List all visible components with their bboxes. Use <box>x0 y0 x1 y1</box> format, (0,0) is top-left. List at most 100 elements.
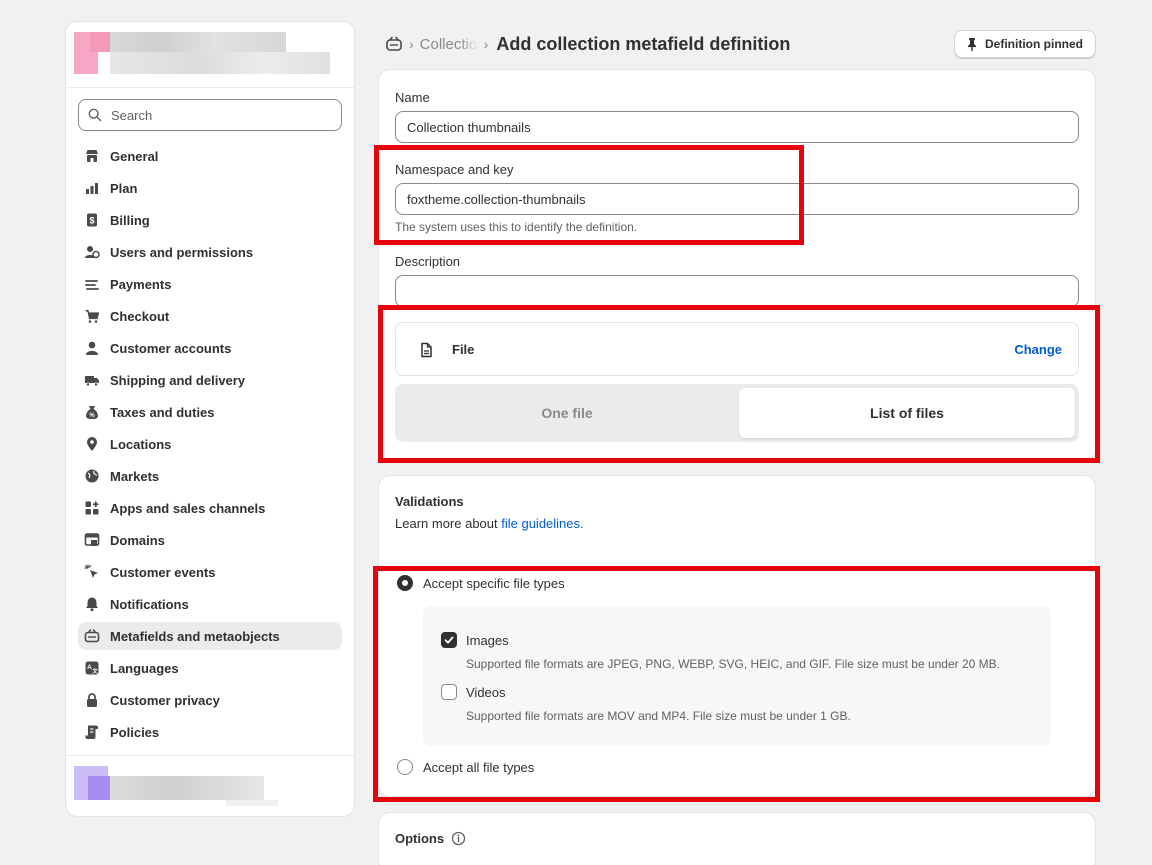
user-name-blur <box>226 800 278 806</box>
videos-checkbox[interactable]: Videos <box>441 684 506 700</box>
sidebar-item-billing[interactable]: $ Billing <box>78 206 342 234</box>
metafields-icon <box>84 628 100 644</box>
sidebar-item-label: Policies <box>110 724 160 740</box>
sidebar-item-customer-events[interactable]: Customer events <box>78 558 342 586</box>
policy-icon <box>84 724 100 740</box>
globe-icon <box>84 468 100 484</box>
breadcrumb-collections[interactable]: Collections <box>420 36 478 53</box>
name-field[interactable]: Collection thumbnails <box>395 111 1079 143</box>
accept-specific-label: Accept specific file types <box>423 575 565 591</box>
sidebar-item-label: Notifications <box>110 596 189 612</box>
options-title: Options <box>395 831 445 846</box>
sidebar-item-label: Apps and sales channels <box>110 500 266 516</box>
sidebar-item-payments[interactable]: Payments <box>78 270 342 298</box>
sidebar-item-label: Users and permissions <box>110 244 254 260</box>
file-types-panel: Images Supported file formats are JPEG, … <box>423 606 1051 746</box>
sidebar-item-label: Markets <box>110 468 160 484</box>
sidebar-item-label: Domains <box>110 532 165 548</box>
sidebar-item-shipping-and-delivery[interactable]: Shipping and delivery <box>78 366 342 394</box>
type-selector: File Change <box>395 322 1079 376</box>
info-icon[interactable] <box>451 831 466 846</box>
description-label: Description <box>395 254 461 269</box>
sidebar-item-label: Checkout <box>110 308 170 324</box>
search-placeholder: Search <box>111 107 153 123</box>
user-footer[interactable] <box>66 755 354 816</box>
sidebar-item-customer-accounts[interactable]: Customer accounts <box>78 334 342 362</box>
file-icon <box>421 342 432 358</box>
pin-icon <box>968 38 976 51</box>
language-icon: A文 <box>84 660 100 676</box>
list-of-files-option[interactable]: List of files <box>739 388 1075 438</box>
sidebar-item-apps-and-sales-channels[interactable]: Apps and sales channels <box>78 494 342 522</box>
sidebar-item-label: Customer privacy <box>110 692 220 708</box>
change-type-link[interactable]: Change <box>1014 342 1062 357</box>
store-header[interactable] <box>66 22 354 88</box>
checkbox-checked[interactable] <box>441 632 457 648</box>
radio-unselected[interactable] <box>397 759 413 775</box>
sidebar-item-markets[interactable]: Markets <box>78 462 342 490</box>
accept-specific-radio[interactable]: Accept specific file types <box>397 575 565 591</box>
definition-card: Name Collection thumbnails Namespace and… <box>378 69 1096 461</box>
accept-all-radio[interactable]: Accept all file types <box>397 759 534 775</box>
learn-more-text: Learn more about <box>395 516 502 531</box>
namespace-field[interactable]: foxtheme.collection-thumbnails <box>395 183 1079 215</box>
sidebar-item-label: General <box>110 148 159 164</box>
sidebar-item-label: Payments <box>110 276 172 292</box>
payments-icon <box>84 276 100 292</box>
name-value: Collection thumbnails <box>407 119 531 135</box>
sidebar-nav: General Plan $ Billing Users and permissions… <box>78 142 342 750</box>
radio-selected[interactable] <box>397 575 413 591</box>
svg-text:%: % <box>89 413 95 419</box>
checkbox-unchecked[interactable] <box>441 684 457 700</box>
settings-sidebar: Search General Plan $ Billing Users and perm… <box>65 21 355 817</box>
sidebar-item-label: Customer accounts <box>110 340 232 356</box>
sidebar-item-label: Plan <box>110 180 138 196</box>
apps-icon <box>84 500 100 516</box>
sidebar-item-label: Metafields and metaobjects <box>110 628 280 644</box>
sidebar-item-domains[interactable]: Domains <box>78 526 342 554</box>
user-name-blur <box>110 776 264 800</box>
sidebar-item-policies[interactable]: Policies <box>78 718 342 746</box>
search-input[interactable]: Search <box>78 99 342 131</box>
bell-icon <box>84 596 100 612</box>
validations-card: Validations Learn more about file guidel… <box>378 475 1096 797</box>
options-card: Options <box>378 812 1096 865</box>
one-file-option[interactable]: One file <box>399 388 735 438</box>
accept-all-label: Accept all file types <box>423 759 535 775</box>
sidebar-item-general[interactable]: General <box>78 142 342 170</box>
images-help: Supported file formats are JPEG, PNG, WE… <box>466 657 1000 671</box>
store-name-blur <box>110 32 286 52</box>
users-icon <box>84 244 100 260</box>
description-field[interactable] <box>395 275 1079 307</box>
person-icon <box>84 340 100 356</box>
sidebar-item-label: Locations <box>110 436 172 452</box>
sidebar-item-label: Taxes and duties <box>110 404 215 420</box>
page-title: Add collection metafield definition <box>496 33 791 54</box>
sidebar-item-languages[interactable]: A 文 Languages <box>78 654 342 682</box>
metafields-icon[interactable] <box>385 35 403 53</box>
svg-text:文: 文 <box>92 667 98 675</box>
user-avatar-pixel <box>88 776 110 800</box>
sidebar-item-checkout[interactable]: Checkout <box>78 302 342 330</box>
videos-label: Videos <box>466 684 506 700</box>
sidebar-item-users-and-permissions[interactable]: Users and permissions <box>78 238 342 266</box>
sidebar-item-plan[interactable]: Plan <box>78 174 342 202</box>
breadcrumb-separator: › <box>409 36 414 52</box>
check-icon <box>444 636 454 644</box>
sidebar-item-customer-privacy[interactable]: Customer privacy <box>78 686 342 714</box>
name-label: Name <box>395 90 430 105</box>
svg-text:$: $ <box>89 216 94 226</box>
plan-icon <box>84 180 100 196</box>
page-header: › Collections › Add collection metafield… <box>378 28 1096 60</box>
sidebar-item-taxes-and-duties[interactable]: % Taxes and duties <box>78 398 342 426</box>
truck-icon <box>84 372 100 388</box>
tax-icon: % <box>84 404 100 420</box>
file-guidelines-link[interactable]: file guidelines. <box>501 516 583 531</box>
images-checkbox[interactable]: Images <box>441 632 509 648</box>
sidebar-item-locations[interactable]: Locations <box>78 430 342 458</box>
videos-help: Supported file formats are MOV and MP4. … <box>466 709 851 723</box>
definition-pinned-button[interactable]: Definition pinned <box>954 30 1096 58</box>
sidebar-item-notifications[interactable]: Notifications <box>78 590 342 618</box>
store-avatar-pixel <box>90 32 110 52</box>
sidebar-item-metafields-and-metaobjects[interactable]: Metafields and metaobjects <box>78 622 342 650</box>
